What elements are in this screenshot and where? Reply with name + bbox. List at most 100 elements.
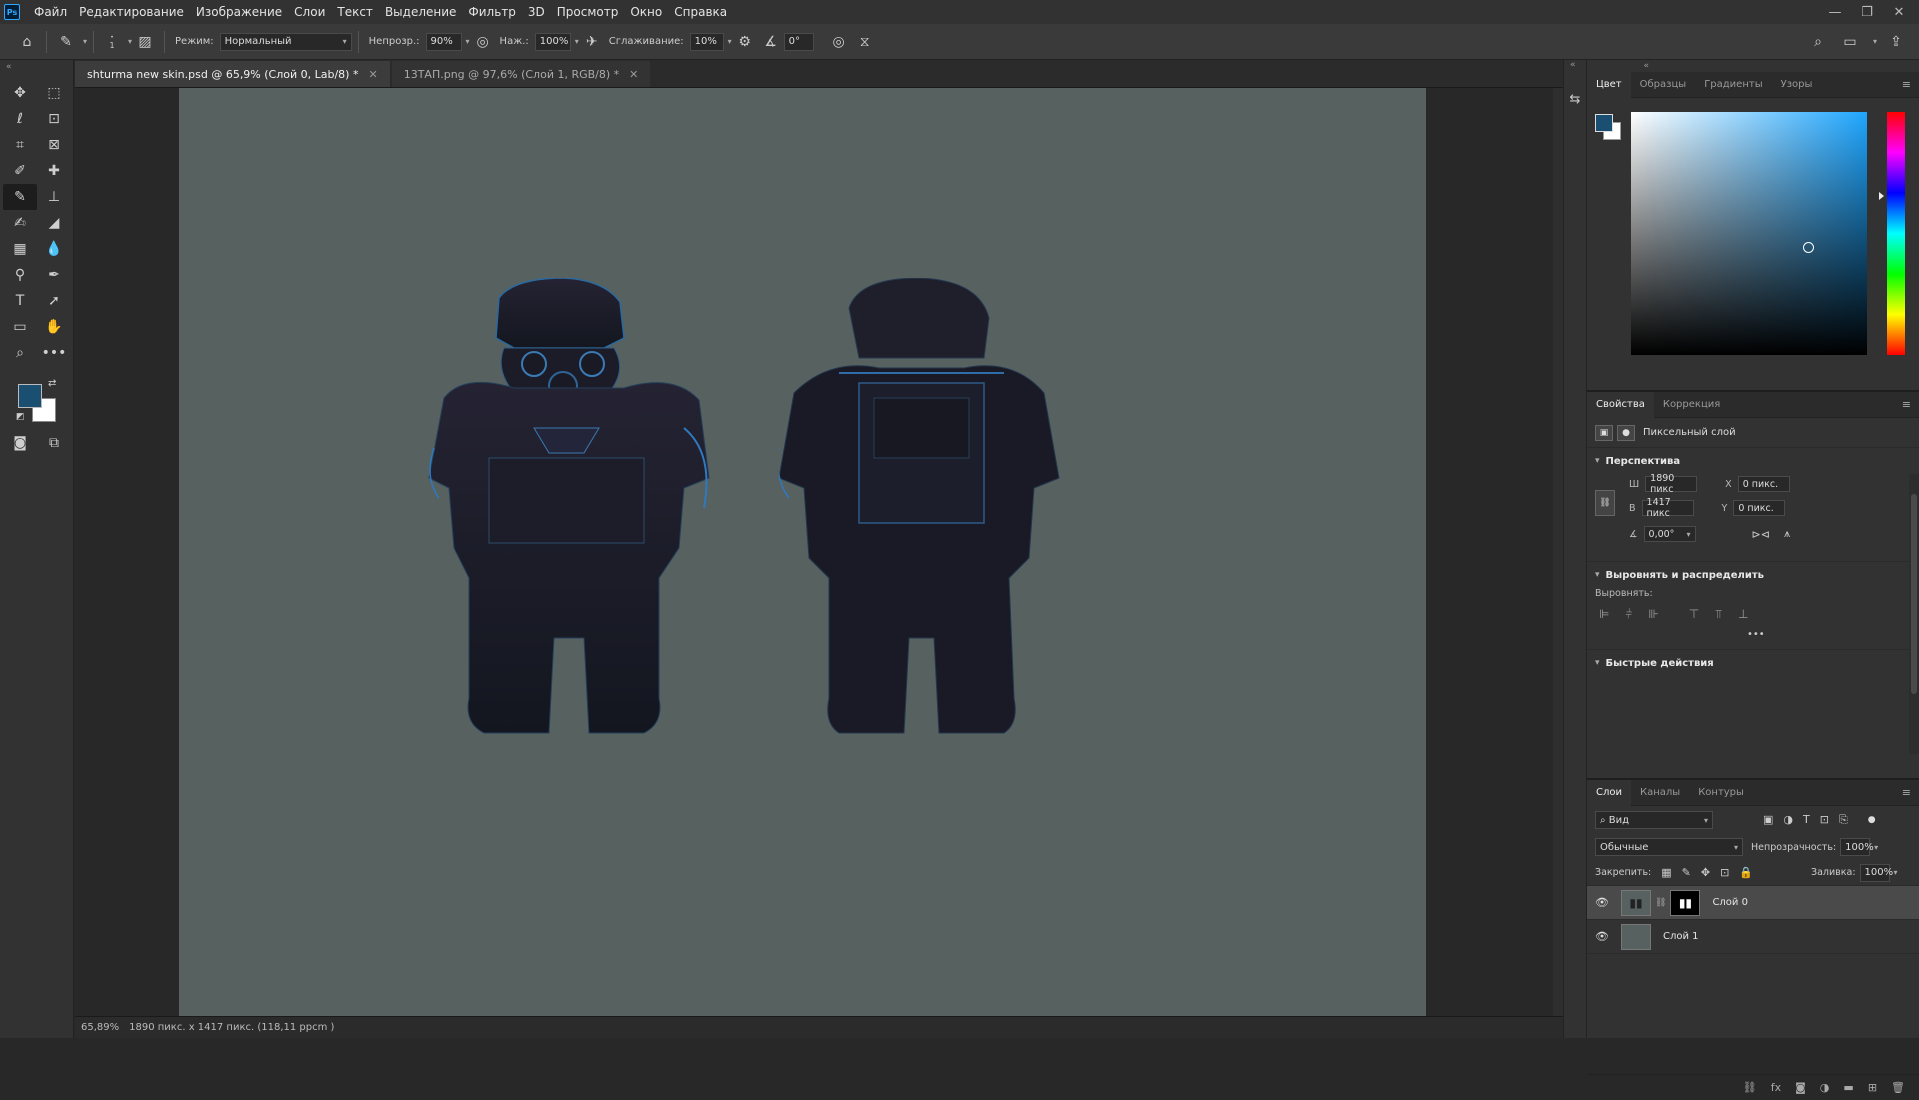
pressure-opacity-icon[interactable]: ◎ [470, 29, 496, 55]
blur-tool-icon[interactable]: 💧 [37, 236, 71, 262]
mask-icon[interactable]: ● [1617, 424, 1635, 441]
default-colors-icon[interactable]: ◩ [16, 412, 25, 422]
gear-icon[interactable]: ⚙ [732, 29, 758, 55]
menu-file[interactable]: Файл [28, 0, 73, 24]
brush-preset-picker[interactable]: • 1 [100, 34, 124, 50]
new-layer-icon[interactable]: ⊞ [1868, 1081, 1877, 1094]
quick-actions-section[interactable]: ▾ Быстрые действия [1587, 650, 1919, 676]
history-icon[interactable]: ⇆ [1564, 86, 1586, 112]
lock-position-icon[interactable]: ✥ [1701, 866, 1710, 879]
align-center-h-icon[interactable]: ⫩ [1625, 607, 1632, 622]
link-icon[interactable]: ⛓ [1595, 490, 1615, 516]
airbrush-icon[interactable]: ✈ [579, 29, 605, 55]
path-select-tool-icon[interactable]: ➚ [37, 288, 71, 314]
healing-tool-icon[interactable]: ✚ [37, 158, 71, 184]
x-input[interactable]: 0 пикс. [1737, 476, 1790, 492]
tab-channels[interactable]: Каналы [1631, 780, 1689, 806]
more-options-icon[interactable]: ••• [1587, 629, 1919, 649]
pressure-size-icon[interactable]: ◎ [826, 29, 852, 55]
screen-mode-icon[interactable]: ⧉ [37, 430, 71, 456]
foreground-color-swatch[interactable] [1595, 114, 1613, 132]
panel-menu-icon[interactable]: ≡ [1902, 78, 1911, 91]
perspective-section[interactable]: ▾ Перспектива [1587, 448, 1919, 474]
lock-transparency-icon[interactable]: ▦ [1661, 866, 1671, 879]
dodge-tool-icon[interactable]: ⚲ [3, 262, 37, 288]
filter-adjustment-icon[interactable]: ◑ [1783, 813, 1793, 827]
layer-row-1[interactable]: 👁 Слой 1 [1587, 920, 1919, 954]
align-bottom-icon[interactable]: ⊥ [1738, 607, 1748, 621]
tab-shturma[interactable]: shturma new skin.psd @ 65,9% (Слой 0, La… [75, 61, 390, 87]
align-top-icon[interactable]: ⊤ [1689, 607, 1699, 621]
marquee-tool-icon[interactable]: ⬚ [37, 80, 71, 106]
frame-tool-icon[interactable]: ⊠ [37, 132, 71, 158]
filter-shape-icon[interactable]: ⊡ [1820, 813, 1829, 827]
layer-thumbnail[interactable]: ▮▮ [1621, 889, 1651, 916]
layer-row-0[interactable]: 👁 ▮▮ ⛓ ▮▮ Слой 0 [1587, 886, 1919, 920]
tab-properties[interactable]: Свойства [1587, 391, 1654, 418]
chevron-down-icon[interactable]: ▾ [1873, 29, 1877, 55]
eyedropper-tool-icon[interactable]: ✐ [3, 158, 37, 184]
tab-gradients[interactable]: Градиенты [1695, 72, 1771, 98]
chevron-down-icon[interactable]: ▾ [1874, 843, 1878, 852]
close-icon[interactable]: ✕ [629, 68, 638, 81]
pixel-layer-icon[interactable]: ▣ [1595, 424, 1613, 441]
share-icon[interactable]: ⇪ [1883, 29, 1909, 55]
layer-name[interactable]: Слой 1 [1663, 931, 1699, 942]
document-info[interactable]: 1890 пикс. x 1417 пикс. (118,11 ppcm ) [129, 1022, 334, 1033]
lock-artboard-icon[interactable]: ⊡ [1720, 866, 1729, 879]
scrollbar-thumb[interactable] [1911, 494, 1917, 694]
canvas[interactable] [179, 88, 1426, 1016]
vertical-scrollbar[interactable] [1553, 88, 1563, 1016]
lock-pixels-icon[interactable]: ✎ [1682, 866, 1691, 879]
eraser-tool-icon[interactable]: ◢ [37, 210, 71, 236]
align-left-icon[interactable]: ⊫ [1599, 607, 1609, 621]
panel-menu-icon[interactable]: ≡ [1902, 398, 1911, 411]
blend-mode-select[interactable]: Обычные ▾ [1595, 838, 1743, 856]
close-button[interactable]: ✕ [1883, 0, 1915, 24]
brush-settings-icon[interactable]: ▨ [132, 29, 158, 55]
y-input[interactable]: 0 пикс. [1733, 500, 1786, 516]
filter-smart-object-icon[interactable]: ⎘ [1839, 813, 1848, 827]
tab-13tap[interactable]: 13ТАП.png @ 97,6% (Слой 1, RGB/8) * ✕ [391, 61, 651, 87]
width-input[interactable]: 1890 пикс [1645, 473, 1698, 495]
menu-select[interactable]: Выделение [379, 0, 462, 24]
align-right-icon[interactable]: ⊪ [1648, 607, 1658, 621]
lock-all-icon[interactable]: 🔒 [1739, 866, 1753, 879]
hand-tool-icon[interactable]: ✋ [37, 314, 71, 340]
tab-adjustments[interactable]: Коррекция [1654, 392, 1729, 418]
tab-swatches[interactable]: Образцы [1631, 72, 1696, 98]
color-field[interactable] [1631, 112, 1867, 355]
align-section[interactable]: ▾ Выровнять и распределить [1587, 562, 1919, 588]
color-picker-cursor[interactable] [1803, 242, 1814, 253]
hue-slider-handle[interactable] [1879, 192, 1884, 200]
hue-slider[interactable] [1887, 112, 1905, 355]
angle-input[interactable]: 0,00° ▾ [1643, 526, 1696, 542]
tab-color[interactable]: Цвет [1587, 71, 1631, 98]
expand-icon[interactable]: « [1564, 60, 1586, 74]
height-input[interactable]: 1417 пикс [1641, 497, 1694, 519]
chevron-down-icon[interactable]: ▾ [1894, 868, 1898, 877]
filter-type-icon[interactable]: T [1803, 813, 1810, 827]
menu-help[interactable]: Справка [668, 0, 733, 24]
object-select-tool-icon[interactable]: ⊡ [37, 106, 71, 132]
menu-window[interactable]: Окно [624, 0, 668, 24]
menu-edit[interactable]: Редактирование [73, 0, 190, 24]
zoom-level[interactable]: 65,89% [81, 1022, 119, 1033]
crop-tool-icon[interactable]: ⌗ [3, 132, 37, 158]
menu-3d[interactable]: 3D [522, 0, 551, 24]
add-mask-icon[interactable]: ◙ [1795, 1081, 1806, 1094]
rectangle-tool-icon[interactable]: ▭ [3, 314, 37, 340]
layer-opacity-input[interactable]: 100% [1840, 838, 1874, 856]
flip-vertical-icon[interactable]: ⩚ [1784, 527, 1790, 541]
opacity-input[interactable]: 90% [425, 32, 462, 51]
type-tool-icon[interactable]: T [3, 288, 37, 314]
quick-mask-icon[interactable]: ◙ [3, 430, 37, 456]
move-tool-icon[interactable]: ✥ [3, 80, 37, 106]
canvas-viewport[interactable] [75, 88, 1563, 1016]
more-tools-icon[interactable]: ••• [37, 340, 71, 366]
menu-view[interactable]: Просмотр [551, 0, 625, 24]
brush-tool-icon[interactable]: ✎ [3, 184, 37, 210]
pressure-input[interactable]: 100% [534, 32, 571, 51]
eye-icon[interactable]: 👁 [1595, 930, 1611, 943]
flip-horizontal-icon[interactable]: ⊳⊲ [1752, 528, 1770, 541]
